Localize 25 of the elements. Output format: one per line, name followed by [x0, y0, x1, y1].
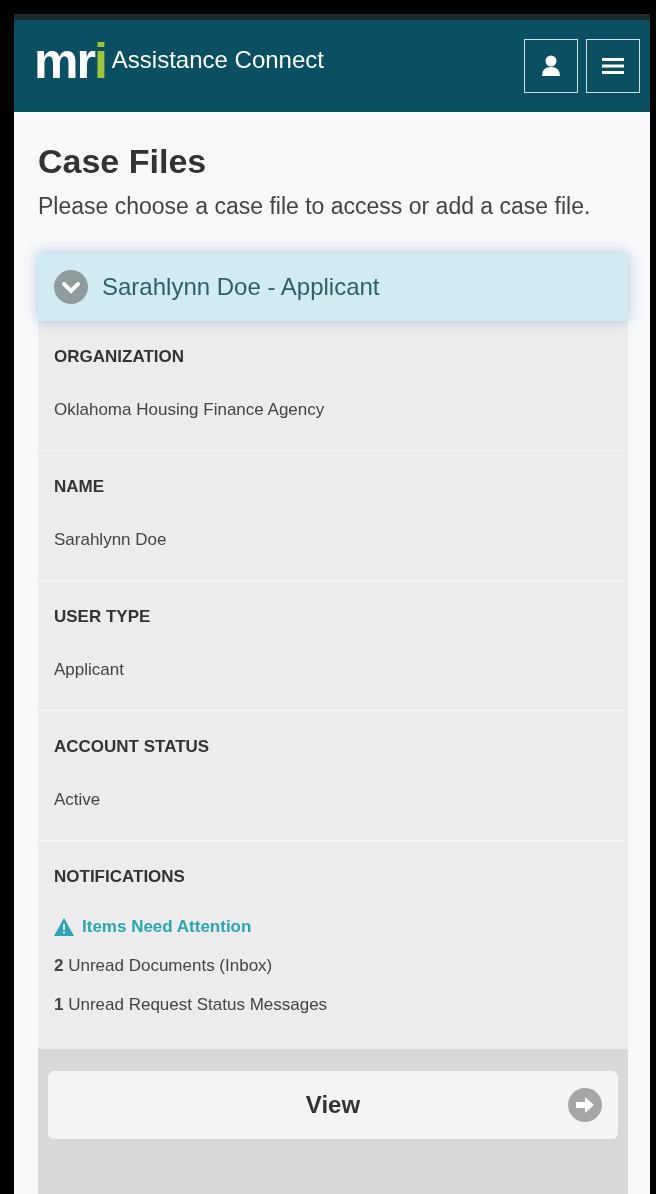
user-icon	[541, 55, 561, 77]
field-label: NOTIFICATIONS	[54, 867, 186, 887]
field-value: Sarahlynn Doe	[54, 530, 168, 550]
menu-icon	[602, 57, 624, 75]
view-button[interactable]: View	[48, 1071, 618, 1139]
notification-text: 2 Unread Documents (Inbox)	[54, 956, 274, 976]
menu-button[interactable]	[586, 39, 640, 93]
alert-text: Items Need Attention	[82, 917, 252, 937]
warning-icon	[54, 918, 74, 936]
field-label: ORGANIZATION	[54, 347, 185, 367]
chevron-icon	[54, 270, 88, 304]
page-subtitle: Please choose a case file to access or add a case file.	[38, 192, 592, 221]
app-name: Assistance Connect	[111, 46, 324, 74]
field-value: Applicant	[54, 660, 125, 680]
arrow-right-icon	[568, 1088, 602, 1122]
field-value: Oklahoma Housing Finance Agency	[54, 400, 326, 420]
logo: mri	[34, 36, 106, 86]
field-value: Active	[54, 790, 102, 810]
user-button[interactable]	[524, 39, 578, 93]
field-label: USER TYPE	[54, 607, 152, 627]
notification-text: 1 Unread Request Status Messages	[54, 995, 329, 1015]
field-label: ACCOUNT STATUS	[54, 737, 211, 757]
case-file-header[interactable]: Sarahlynn Doe - Applicant	[38, 253, 628, 321]
page-title: Case Files	[38, 142, 208, 181]
field-label: NAME	[54, 477, 106, 497]
